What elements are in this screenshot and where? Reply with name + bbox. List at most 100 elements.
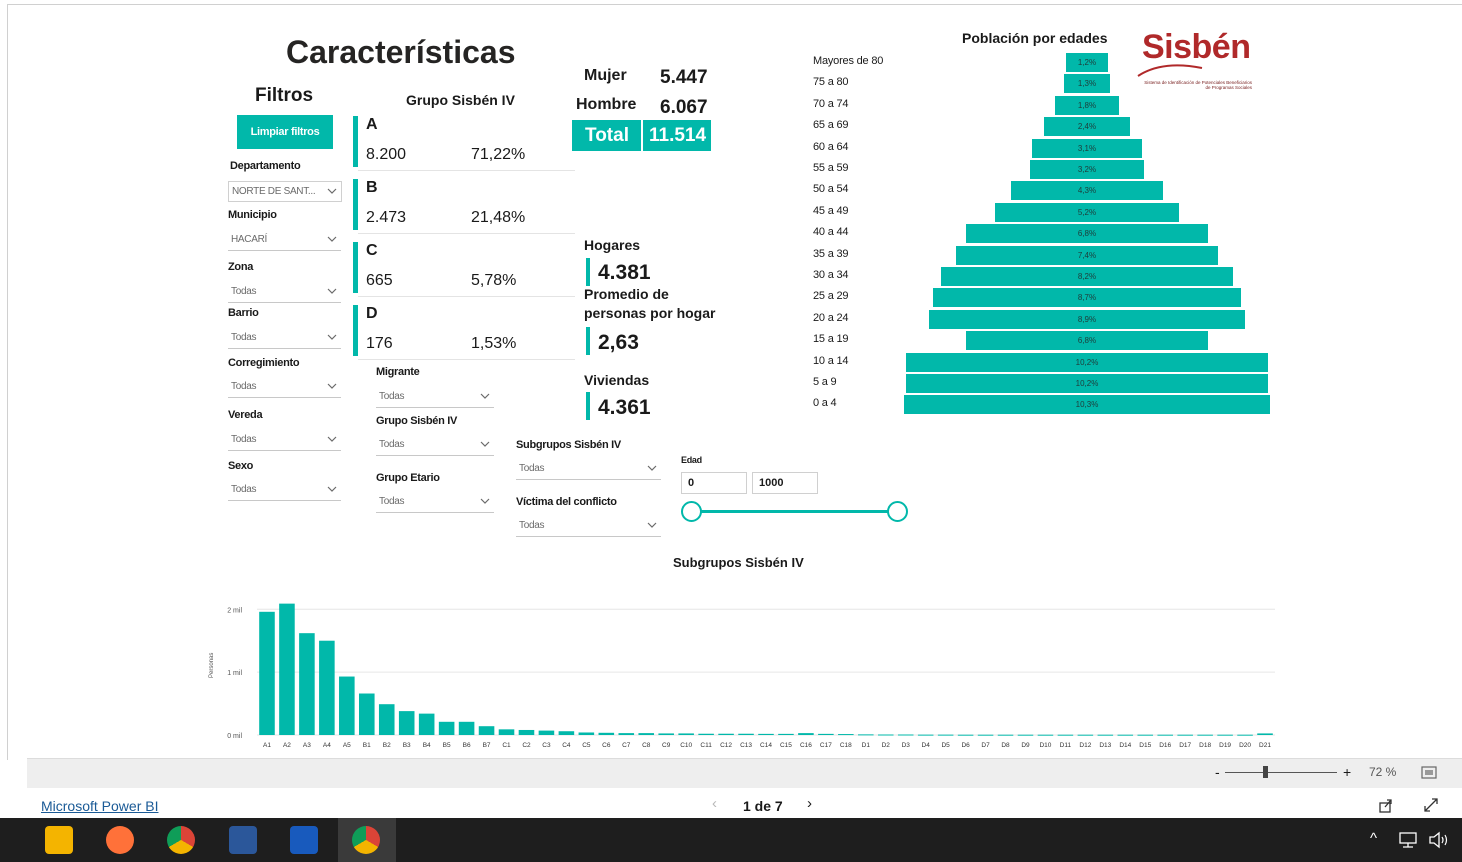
pyramid-bar[interactable]: 8,9% bbox=[929, 309, 1245, 329]
bar[interactable] bbox=[1237, 734, 1253, 736]
bar[interactable] bbox=[937, 734, 954, 736]
bar[interactable] bbox=[818, 733, 834, 735]
fit-to-page-icon[interactable] bbox=[1421, 766, 1437, 779]
pyramid-bar[interactable]: 5,2% bbox=[994, 202, 1180, 222]
chrome-active-icon[interactable] bbox=[352, 826, 380, 854]
bar[interactable] bbox=[658, 733, 674, 735]
edad-max-input[interactable]: 1000 bbox=[752, 472, 818, 494]
bar[interactable] bbox=[738, 733, 754, 735]
bar[interactable] bbox=[618, 733, 635, 735]
network-icon[interactable] bbox=[1398, 831, 1418, 849]
bar[interactable] bbox=[398, 711, 415, 735]
file-explorer-icon[interactable] bbox=[45, 826, 73, 854]
edad-min-input[interactable]: 0 bbox=[681, 472, 747, 494]
power-bi-link[interactable]: Microsoft Power BI bbox=[41, 798, 158, 814]
bar[interactable] bbox=[778, 733, 794, 735]
bar[interactable] bbox=[378, 704, 395, 735]
bar[interactable] bbox=[319, 640, 335, 735]
bar[interactable] bbox=[638, 733, 655, 735]
edad-slider-max-handle[interactable] bbox=[887, 501, 908, 522]
bar[interactable] bbox=[798, 733, 814, 735]
bar[interactable] bbox=[458, 721, 475, 735]
bar[interactable] bbox=[1017, 734, 1034, 736]
bar[interactable] bbox=[718, 733, 734, 735]
zoom-out-button[interactable]: - bbox=[1215, 764, 1220, 780]
bar[interactable] bbox=[578, 732, 595, 735]
bar[interactable] bbox=[259, 611, 275, 735]
bar[interactable] bbox=[917, 734, 934, 736]
grupo-etario-dropdown[interactable]: Todas bbox=[376, 492, 494, 513]
bar[interactable] bbox=[838, 734, 854, 736]
bar[interactable] bbox=[1037, 734, 1054, 736]
chrome-icon[interactable] bbox=[167, 826, 195, 854]
bar[interactable] bbox=[339, 676, 355, 735]
pyramid-bar[interactable]: 8,2% bbox=[941, 267, 1233, 286]
bar[interactable] bbox=[758, 733, 774, 735]
bar[interactable] bbox=[1177, 734, 1193, 736]
pyramid-bar[interactable]: 3,2% bbox=[1030, 160, 1144, 179]
bar[interactable] bbox=[498, 729, 515, 735]
firefox-icon[interactable] bbox=[106, 826, 134, 854]
bar[interactable] bbox=[977, 734, 994, 736]
migrante-dropdown[interactable]: Todas bbox=[376, 387, 494, 408]
bar[interactable] bbox=[1157, 734, 1174, 736]
bar[interactable] bbox=[698, 733, 714, 735]
share-icon[interactable] bbox=[1378, 797, 1394, 813]
zoom-slider-handle[interactable] bbox=[1263, 766, 1268, 778]
bar[interactable] bbox=[418, 713, 435, 735]
vereda-dropdown[interactable]: Todas bbox=[228, 430, 341, 451]
clear-filters-button[interactable]: Limpiar filtros bbox=[237, 115, 333, 149]
prev-page-button[interactable]: ‹ bbox=[712, 795, 717, 812]
bar[interactable] bbox=[518, 729, 535, 735]
municipio-dropdown[interactable]: HACARÍ bbox=[228, 230, 341, 251]
zoom-slider[interactable] bbox=[1225, 772, 1337, 773]
bar[interactable] bbox=[478, 726, 495, 735]
bar[interactable] bbox=[1197, 734, 1213, 736]
word-icon[interactable] bbox=[290, 826, 318, 854]
pyramid-bar[interactable]: 10,2% bbox=[905, 352, 1269, 372]
bar[interactable] bbox=[1077, 734, 1094, 736]
bar[interactable] bbox=[279, 603, 295, 735]
edad-slider-track[interactable] bbox=[691, 510, 898, 513]
tray-chevron-up-icon[interactable]: ^ bbox=[1370, 830, 1377, 847]
departamento-dropdown[interactable]: NORTE DE SANT... bbox=[228, 181, 342, 202]
fullscreen-icon[interactable] bbox=[1423, 797, 1439, 813]
bar[interactable] bbox=[877, 734, 894, 736]
bar[interactable] bbox=[598, 732, 615, 735]
bar[interactable] bbox=[438, 721, 455, 735]
pyramid-bar[interactable]: 2,4% bbox=[1044, 117, 1130, 137]
pyramid-bar[interactable]: 10,3% bbox=[904, 395, 1270, 415]
zona-dropdown[interactable]: Todas bbox=[228, 282, 341, 303]
pyramid-bar[interactable]: 7,4% bbox=[955, 245, 1219, 265]
bar[interactable] bbox=[1257, 733, 1273, 735]
pyramid-bar[interactable]: 8,7% bbox=[932, 288, 1242, 308]
bar[interactable] bbox=[678, 733, 694, 735]
barrio-dropdown[interactable]: Todas bbox=[228, 328, 341, 349]
calendar-app-icon[interactable] bbox=[229, 826, 257, 854]
pyramid-bar[interactable]: 6,8% bbox=[966, 224, 1208, 244]
bar[interactable] bbox=[1217, 734, 1233, 736]
pyramid-bar[interactable]: 3,1% bbox=[1031, 138, 1143, 158]
bar[interactable] bbox=[1097, 734, 1114, 736]
pyramid-bar[interactable]: 1,3% bbox=[1063, 74, 1111, 94]
bar[interactable] bbox=[997, 734, 1014, 736]
bar[interactable] bbox=[897, 734, 914, 736]
zoom-in-button[interactable]: + bbox=[1343, 764, 1351, 780]
victima-dropdown[interactable]: Todas bbox=[516, 516, 661, 537]
bar[interactable] bbox=[358, 693, 375, 735]
pyramid-bar[interactable]: 1,2% bbox=[1065, 53, 1109, 72]
pyramid-bar[interactable]: 4,3% bbox=[1010, 181, 1164, 201]
bar[interactable] bbox=[1117, 734, 1134, 736]
bar[interactable] bbox=[1137, 734, 1154, 736]
edad-slider-min-handle[interactable] bbox=[681, 501, 702, 522]
pyramid-bar[interactable]: 1,8% bbox=[1055, 95, 1119, 115]
volume-icon[interactable] bbox=[1428, 831, 1450, 849]
pyramid-bar[interactable]: 10,2% bbox=[905, 374, 1269, 393]
sexo-dropdown[interactable]: Todas bbox=[228, 480, 341, 501]
bar[interactable] bbox=[957, 734, 974, 736]
bar[interactable] bbox=[858, 734, 874, 736]
subgrupos-dropdown[interactable]: Todas bbox=[516, 459, 661, 480]
bar[interactable] bbox=[538, 730, 555, 735]
bar[interactable] bbox=[558, 731, 575, 735]
grupo-sisben-dropdown[interactable]: Todas bbox=[376, 435, 494, 456]
